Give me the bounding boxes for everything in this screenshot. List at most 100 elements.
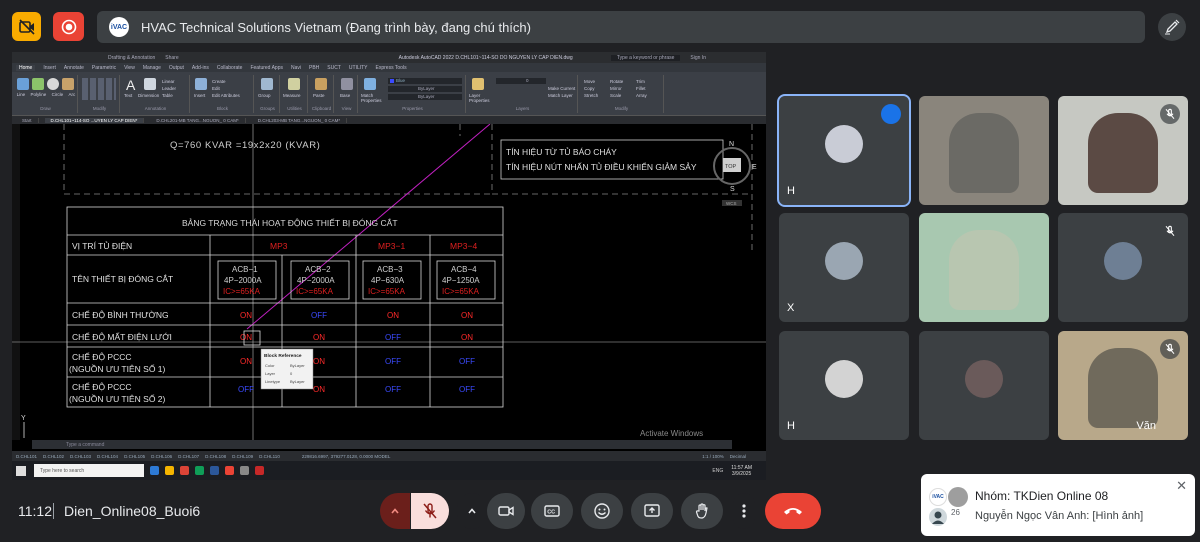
circle-icon[interactable]	[47, 78, 59, 90]
start-icon[interactable]	[16, 465, 26, 476]
mirror-label[interactable]: Mirror	[610, 85, 623, 92]
share-button[interactable]: Share	[165, 55, 178, 61]
sign-in-link[interactable]: Sign In	[690, 55, 706, 61]
ribbon-tab-14[interactable]: Express Tools	[376, 65, 407, 71]
ribbon-tab-2[interactable]: Annotate	[64, 65, 84, 71]
line-icon[interactable]	[17, 78, 29, 90]
present-screen-button[interactable]	[631, 493, 673, 529]
participant-tile[interactable]: H	[779, 331, 909, 440]
reactions-button[interactable]	[581, 493, 623, 529]
viewcube[interactable]: TOP N S E WCS	[713, 141, 757, 206]
participant-tile[interactable]: H	[777, 94, 911, 207]
array-label[interactable]: Array	[636, 92, 647, 99]
ribbon-tab-10[interactable]: Navi	[291, 65, 301, 71]
paste-icon[interactable]	[315, 78, 327, 90]
ribbon-tab-6[interactable]: Output	[169, 65, 184, 71]
units-readout[interactable]: Decimal	[730, 454, 746, 459]
participant-tile[interactable]	[1058, 96, 1188, 205]
captions-button[interactable]: CC	[531, 493, 573, 529]
workspace-selector[interactable]: Drafting & Annotation	[108, 55, 155, 61]
file-tab-1[interactable]: D.CHL101~114-SO ...UYEN LY CAP DIEN*	[44, 117, 145, 123]
linetype-dropdown[interactable]: ByLayer	[388, 86, 462, 92]
chat-notification[interactable]: iVAC 26 Nhóm: TKDien Online 08 Nguyễn Ng…	[921, 474, 1195, 536]
move-label[interactable]: Move	[584, 78, 598, 85]
rotate-label[interactable]: Rotate	[610, 78, 623, 85]
ribbon-tab-13[interactable]: UTILITY	[349, 65, 368, 71]
trim-label[interactable]: Trim	[636, 78, 647, 85]
edit-label[interactable]: Edit	[212, 85, 240, 92]
toggle-camera-button[interactable]	[487, 493, 525, 529]
app-icon[interactable]	[240, 466, 249, 475]
autocad-taskbar-icon[interactable]	[225, 466, 234, 475]
file-tab-0[interactable]: Start	[16, 117, 39, 123]
table-label[interactable]: Table	[162, 92, 176, 99]
layout-tab-4[interactable]: D.CHL105	[124, 454, 145, 459]
participant-tile[interactable]: Văn	[1058, 331, 1188, 440]
layout-tab-6[interactable]: D.CHL107	[178, 454, 199, 459]
create-label[interactable]: Create	[212, 78, 240, 85]
participant-tile[interactable]	[1058, 213, 1188, 322]
arc-icon[interactable]	[62, 78, 74, 90]
file-tab-3[interactable]: D.CHL203-MB TANG...NGUON_ 0 CAM*	[252, 117, 348, 123]
ribbon-tab-4[interactable]: View	[124, 65, 135, 71]
leave-call-button[interactable]	[765, 493, 821, 529]
match-properties-icon[interactable]	[364, 78, 376, 90]
autocad-search[interactable]: Type a keyword or phrase	[610, 54, 681, 61]
drawing-canvas[interactable]: Q=760 KVAR =19x2x20 (KVAR) TÍN HIỆU TỪ T…	[12, 124, 766, 440]
dimension-icon[interactable]	[144, 78, 156, 90]
annotate-pen-button[interactable]	[1158, 13, 1186, 41]
mic-options-button[interactable]	[380, 493, 410, 529]
more-options-button[interactable]	[733, 493, 755, 529]
base-icon[interactable]	[341, 78, 353, 90]
scale-label[interactable]: Scale	[610, 92, 623, 99]
layout-tab-9[interactable]: D.CHL110	[259, 454, 280, 459]
camera-options-button[interactable]	[457, 493, 487, 529]
recording-indicator-icon[interactable]	[12, 12, 41, 41]
lineweight-dropdown[interactable]: ByLayer	[388, 94, 462, 100]
edit-attributes-label[interactable]: Edit Attributes	[212, 92, 240, 99]
polyline-icon[interactable]	[32, 78, 44, 90]
annotation-scale[interactable]: 1:1 / 100%	[702, 454, 724, 459]
file-tab-2[interactable]: D.CHL201-MB TANG...NGUON_ 0 CAM*	[150, 117, 246, 123]
stretch-label[interactable]: Stretch	[584, 92, 598, 99]
participant-tile[interactable]: X	[779, 213, 909, 322]
fillet-label[interactable]: Fillet	[636, 85, 647, 92]
excel-icon[interactable]	[195, 466, 204, 475]
coords-readout[interactable]: 229816.6997, 379277.0128, 0.0000 MODEL	[302, 454, 391, 459]
ribbon-tab-12[interactable]: SUCT	[327, 65, 341, 71]
color-dropdown[interactable]: Blue	[388, 78, 462, 84]
ribbon-tab-11[interactable]: PBH	[309, 65, 319, 71]
language-indicator[interactable]: ENG	[712, 468, 723, 474]
copy-label[interactable]: Copy	[584, 85, 598, 92]
layer-dropdown[interactable]: 0	[496, 78, 546, 84]
layer-properties-icon[interactable]	[472, 78, 484, 90]
ribbon-tab-3[interactable]: Parametric	[92, 65, 116, 71]
text-icon[interactable]: A	[126, 77, 135, 93]
close-icon[interactable]: ✕	[1176, 478, 1187, 494]
wcs-label[interactable]: WCS	[726, 201, 737, 206]
leader-label[interactable]: Leader	[162, 85, 176, 92]
insert-icon[interactable]	[195, 78, 207, 90]
explorer-icon[interactable]	[165, 466, 174, 475]
layout-tab-5[interactable]: D.CHL106	[151, 454, 172, 459]
layout-tab-0[interactable]: D.CHL101	[16, 454, 37, 459]
ribbon-tab-8[interactable]: Collaborate	[217, 65, 243, 71]
record-button-icon[interactable]	[53, 12, 84, 41]
layout-tab-3[interactable]: D.CHL104	[97, 454, 118, 459]
match-layer-label[interactable]: Match Layer	[548, 92, 575, 99]
acrobat-icon[interactable]	[255, 466, 264, 475]
viewcube-top[interactable]: TOP	[725, 164, 737, 170]
edge-icon[interactable]	[150, 466, 159, 475]
linear-label[interactable]: Linear	[162, 78, 176, 85]
group-icon[interactable]	[261, 78, 273, 90]
make-current-label[interactable]: Make Current	[548, 85, 575, 92]
layout-tab-7[interactable]: D.CHL108	[205, 454, 226, 459]
chrome-icon[interactable]	[180, 466, 189, 475]
measure-icon[interactable]	[288, 78, 300, 90]
participant-tile[interactable]	[919, 96, 1049, 205]
command-line[interactable]: Type a command	[32, 440, 732, 449]
layout-tab-1[interactable]: D.CHL102	[43, 454, 64, 459]
taskbar-clock[interactable]: 11:57 AM 3/9/2025	[731, 465, 752, 477]
participant-tile[interactable]	[919, 331, 1049, 440]
toggle-mic-button[interactable]	[411, 493, 449, 529]
